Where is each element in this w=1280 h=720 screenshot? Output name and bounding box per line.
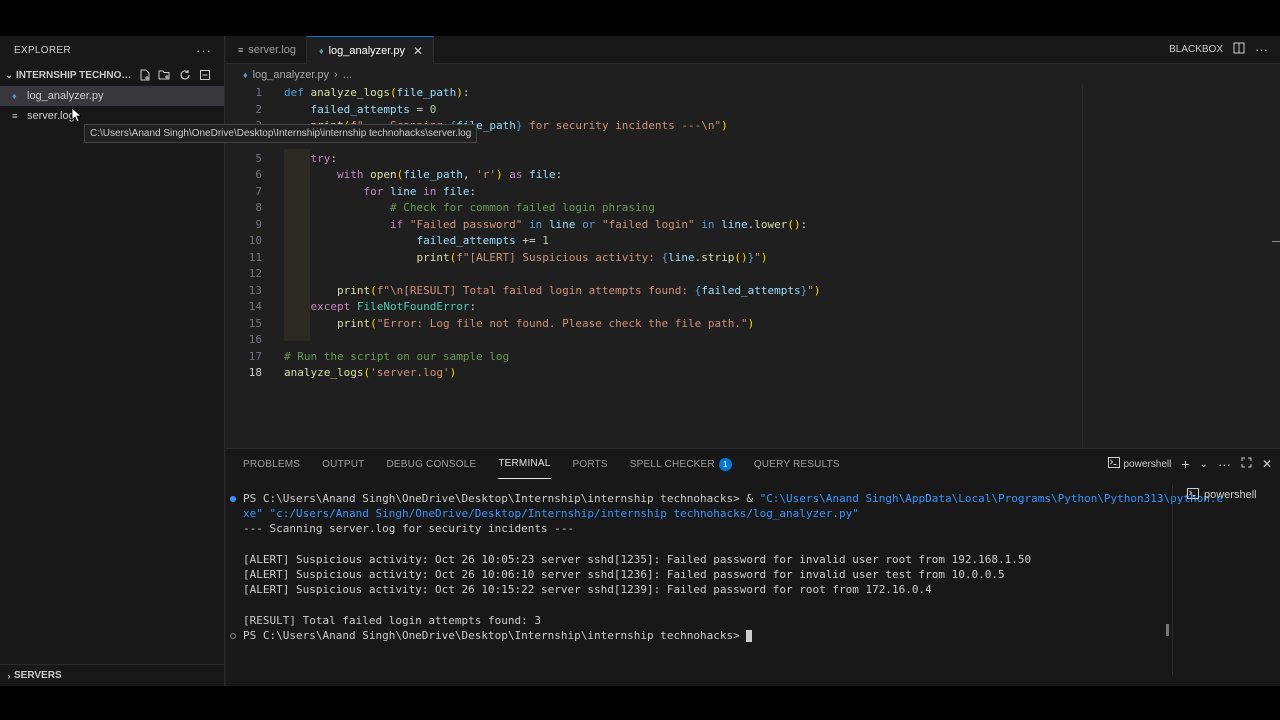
breadcrumb-more[interactable]: ... (343, 69, 352, 81)
breadcrumb-file[interactable]: log_analyzer.py (253, 69, 329, 81)
more-actions-icon[interactable]: ··· (1255, 42, 1268, 57)
collapse-all-icon[interactable] (198, 69, 211, 82)
more-actions-icon[interactable]: ··· (1218, 457, 1231, 472)
bottom-panel: PROBLEMS OUTPUT DEBUG CONSOLE TERMINAL P… (226, 448, 1280, 686)
editor-tabs: ≡ server.log ♦ log_analyzer.py ✕ BLACKBO… (226, 36, 1280, 64)
code-line: 14 except FileNotFoundError: (248, 300, 477, 313)
file-item-log-analyzer[interactable]: ♦ log_analyzer.py (0, 86, 224, 106)
new-folder-icon[interactable] (158, 69, 171, 82)
terminal-shell-icon (1107, 457, 1120, 471)
code-line: 7 for line in file: (255, 184, 477, 198)
tab-ports[interactable]: PORTS (573, 449, 608, 479)
count-badge: 1 (718, 457, 732, 471)
terminal-line: xe" "c:/Users/Anand Singh/OneDrive/Deskt… (243, 507, 859, 521)
close-icon[interactable]: ✕ (413, 44, 423, 58)
terminal-line: [ALERT] Suspicious activity: Oct 26 10:1… (243, 583, 932, 597)
tab-spell-checker[interactable]: SPELL CHECKER 1 (630, 449, 732, 479)
add-terminal-icon[interactable]: + (1181, 456, 1189, 472)
command-success-icon (230, 496, 236, 502)
code-line: 6 with open(file_path, 'r') as file: (255, 168, 563, 181)
terminal-line: [ALERT] Suspicious activity: Oct 26 10:0… (243, 567, 1005, 581)
code-line: 5 try: (255, 151, 337, 165)
chevron-right-icon[interactable]: › (4, 671, 14, 681)
refresh-icon[interactable] (178, 69, 191, 82)
file-name: log_analyzer.py (27, 90, 104, 102)
scrollbar-marker (1272, 241, 1280, 242)
tab-debug-console[interactable]: DEBUG CONSOLE (386, 449, 476, 479)
code-line: 11 print(f"[ALERT] Suspicious activity: … (248, 250, 768, 264)
code-line: 17 # Run the script on our sample log (248, 349, 510, 363)
terminal-line: PS C:\Users\Anand Singh\OneDrive\Desktop… (230, 491, 1223, 506)
blackbox-button[interactable]: BLACKBOX (1169, 44, 1223, 55)
tab-output[interactable]: OUTPUT (322, 449, 364, 479)
workspace-folder[interactable]: ⌄ INTERNSHIP TECHNOHA... (0, 64, 224, 86)
code-line: 2 failed_attempts = 0 (255, 102, 437, 116)
code-line-current: 18 analyze_logs('server.log') (248, 366, 457, 379)
chevron-down-icon[interactable]: ⌄ (4, 70, 14, 81)
tab-label: log_analyzer.py (328, 44, 406, 57)
split-editor-icon[interactable] (1233, 42, 1245, 57)
code-line: 1 def analyze_logs(file_path): (255, 86, 470, 99)
letterbox-band (0, 686, 1280, 720)
code-line: 15 print("Error: Log file not found. Ple… (248, 316, 755, 330)
terminal-cursor (746, 629, 753, 642)
tab-problems[interactable]: PROBLEMS (243, 449, 300, 479)
terminal-output[interactable]: PS C:\Users\Anand Singh\OneDrive\Desktop… (230, 491, 1223, 643)
close-icon[interactable]: ✕ (1262, 457, 1272, 471)
log-file-icon: ≡ (238, 45, 244, 55)
code-line: 12 (248, 267, 262, 280)
more-actions-icon[interactable]: ··· (196, 43, 212, 58)
code-line: 9 if "Failed password" in line or "faile… (255, 217, 808, 231)
terminal-scrollbar[interactable] (1166, 624, 1169, 636)
code-line: 8 # Check for common failed login phrasi… (255, 201, 655, 214)
terminal-line: [RESULT] Total failed login attempts fou… (243, 613, 542, 627)
code-line: 16 (248, 333, 262, 346)
tab-label: server.log (248, 44, 296, 56)
file-path-tooltip: C:\Users\Anand Singh\OneDrive\Desktop\In… (84, 124, 478, 143)
new-file-icon[interactable] (138, 69, 151, 82)
tab-label: SPELL CHECKER (629, 458, 715, 470)
terminal-line: [ALERT] Suspicious activity: Oct 26 10:0… (243, 552, 1032, 566)
tab-terminal[interactable]: TERMINAL (498, 449, 551, 479)
terminal-prompt-line: PS C:\Users\Anand Singh\OneDrive\Desktop… (230, 628, 1170, 643)
tab-query-results[interactable]: QUERY RESULTS (754, 449, 840, 479)
code-line: 10 failed_attempts += 1 (248, 234, 549, 247)
terminal-list: powershell (1172, 485, 1280, 675)
servers-label: SERVERS (14, 670, 62, 681)
terminal-line: --- Scanning server.log for security inc… (243, 522, 575, 536)
python-file-icon: ♦ (243, 70, 248, 80)
file-name: server.log (27, 110, 75, 122)
vscode-window: EXPLORER ··· ⌄ INTERNSHIP TECHNOHA... ♦ … (0, 36, 1280, 686)
chevron-right-icon: › (334, 69, 338, 81)
file-item-server-log[interactable]: ≡ server.log (0, 106, 224, 126)
mouse-cursor-icon (71, 107, 81, 123)
terminal-name: powershell (1204, 489, 1257, 501)
tab-server-log[interactable]: ≡ server.log (226, 36, 307, 64)
tab-log-analyzer[interactable]: ♦ log_analyzer.py ✕ (306, 36, 435, 64)
breadcrumb: ♦ log_analyzer.py › ... (226, 65, 1280, 85)
log-file-icon: ≡ (12, 111, 18, 121)
command-pending-icon (230, 632, 236, 639)
servers-section[interactable]: › SERVERS (0, 664, 225, 686)
explorer-title: EXPLORER (14, 44, 71, 56)
terminal-shell-icon (1187, 488, 1199, 502)
folder-name: INTERNSHIP TECHNOHA... (16, 69, 138, 81)
python-file-icon: ♦ (318, 45, 324, 56)
python-file-icon: ♦ (12, 91, 17, 101)
terminal-list-item[interactable]: powershell (1187, 485, 1280, 505)
maximize-panel-icon[interactable] (1241, 457, 1252, 471)
shell-label[interactable]: powershell (1124, 459, 1172, 470)
chevron-down-icon[interactable]: ⌄ (1200, 459, 1208, 470)
code-line: 13 print(f"\n[RESULT] Total failed login… (248, 283, 821, 297)
explorer-header: EXPLORER ··· (0, 36, 224, 64)
